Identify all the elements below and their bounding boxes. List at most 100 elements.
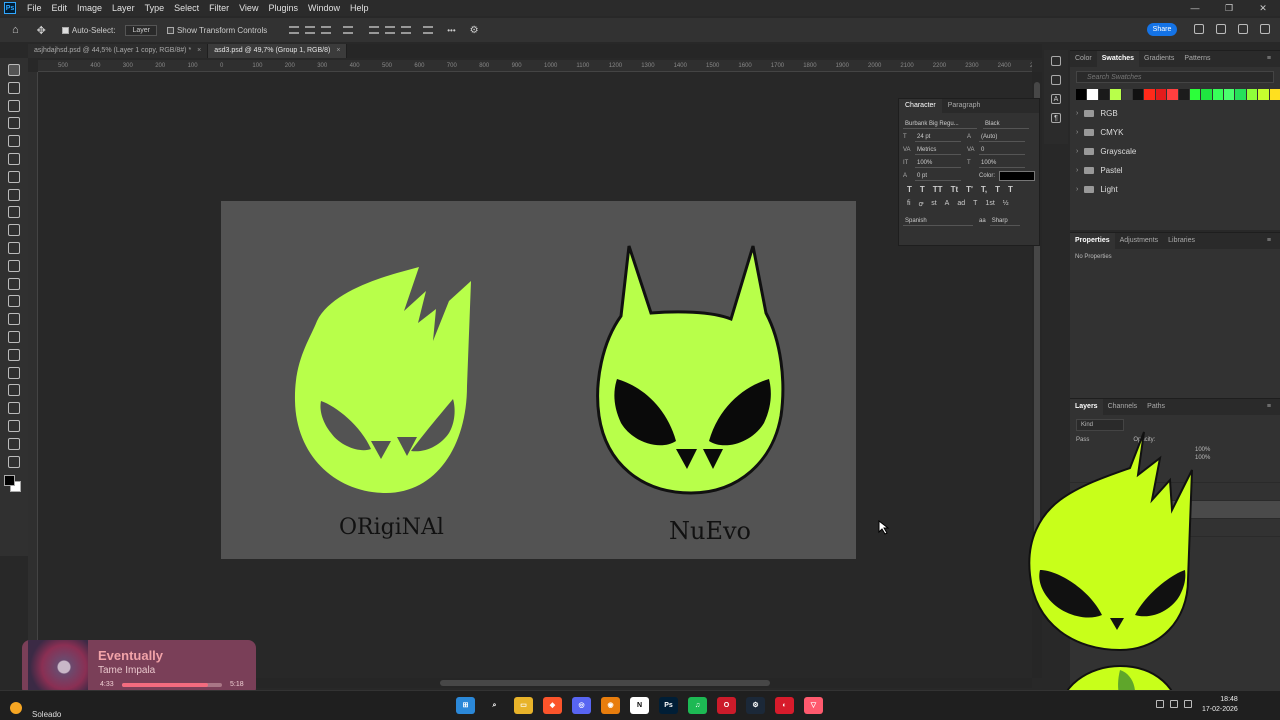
tab-paths[interactable]: Paths	[1142, 399, 1170, 415]
target-dropdown[interactable]: Layer	[125, 24, 157, 36]
type-tool-icon[interactable]	[8, 366, 20, 379]
blur-tool-icon[interactable]	[8, 313, 20, 326]
tab-layers[interactable]: Layers	[1070, 399, 1103, 415]
text-style-button[interactable]: T,	[981, 185, 987, 194]
menu-layer[interactable]: Layer	[107, 3, 140, 13]
tab-swatches[interactable]: Swatches	[1096, 51, 1140, 67]
history-brush-tool-icon[interactable]	[8, 259, 20, 272]
menu-image[interactable]: Image	[72, 3, 107, 13]
healing-tool-icon[interactable]	[8, 206, 20, 219]
menu-plugins[interactable]: Plugins	[263, 3, 303, 13]
tab-character[interactable]: Character	[899, 99, 942, 113]
panel-menu-icon[interactable]: ≡	[1262, 233, 1276, 249]
color-swatch[interactable]	[1087, 89, 1098, 100]
lasso-tool-icon[interactable]	[8, 117, 20, 130]
quick-select-tool-icon[interactable]	[8, 135, 20, 148]
eyedropper-tool-icon[interactable]	[8, 188, 20, 201]
menu-file[interactable]: File	[22, 3, 47, 13]
text-style-button[interactable]: T	[1008, 185, 1013, 194]
text-style-button[interactable]: T	[907, 185, 912, 194]
swatch-folder[interactable]: › Grayscale	[1070, 142, 1280, 161]
align-left-icon[interactable]	[289, 26, 300, 34]
paragraph-icon[interactable]: ¶	[1051, 113, 1061, 123]
swatch-folder[interactable]: › RGB	[1070, 104, 1280, 123]
zoom-tool-icon[interactable]	[8, 437, 20, 450]
text-style-button[interactable]: T	[920, 185, 925, 194]
text-style-button[interactable]: Tt	[951, 185, 959, 194]
notion-icon[interactable]: N	[630, 697, 649, 714]
artboard-tool-icon[interactable]	[8, 81, 20, 94]
tab-properties[interactable]: Properties	[1070, 233, 1115, 249]
text-style-button[interactable]: T	[995, 185, 1000, 194]
close-tab-icon[interactable]: ×	[197, 47, 201, 54]
font-style-select[interactable]: Black	[983, 119, 1029, 129]
text-style-button[interactable]: T'	[966, 185, 973, 194]
align-right-icon[interactable]	[321, 26, 332, 34]
color-swatch[interactable]	[1258, 89, 1269, 100]
progress-bar[interactable]	[122, 683, 222, 687]
gradient-tool-icon[interactable]	[8, 295, 20, 308]
more-options-button[interactable]: •••	[447, 26, 455, 35]
restore-button[interactable]: ❐	[1212, 0, 1246, 16]
settings-gear-icon[interactable]: ⚙	[470, 25, 479, 36]
character-icon[interactable]: A	[1051, 94, 1061, 104]
auto-select-option[interactable]: Auto-Select:	[61, 26, 115, 35]
color-swatch[interactable]	[1076, 89, 1087, 100]
close-tab-icon[interactable]: ×	[336, 47, 340, 54]
start-icon[interactable]: ⊞	[456, 697, 475, 714]
auto-select-checkbox[interactable]	[61, 26, 69, 34]
opentype-button[interactable]: st	[931, 200, 936, 209]
app-red-icon[interactable]: ◐	[775, 697, 794, 714]
align-middle-icon[interactable]	[385, 26, 396, 34]
show-transform-checkbox[interactable]	[166, 26, 174, 34]
hand-tool-icon[interactable]	[8, 419, 20, 432]
color-swatch[interactable]	[1155, 89, 1167, 100]
tab-document-2[interactable]: asd3.psd @ 49,7% (Group 1, RGB/8) ×	[208, 44, 348, 58]
color-swatch[interactable]	[1189, 89, 1201, 100]
align-top-icon[interactable]	[369, 26, 380, 34]
vertical-scale-field[interactable]: 100%	[915, 158, 961, 168]
font-family-select[interactable]: Burbank Big Regu...	[903, 119, 977, 129]
search-icon[interactable]: ⌕	[485, 697, 504, 714]
tracking-field[interactable]: 0	[979, 145, 1025, 155]
more-tool-icon[interactable]	[8, 455, 20, 468]
music-widget[interactable]: Eventually Tame Impala 4:33 5:18	[22, 640, 256, 696]
opentype-button[interactable]: A	[945, 200, 950, 209]
photoshop-icon[interactable]: Ps	[659, 697, 678, 714]
distribute-icon[interactable]	[343, 26, 354, 34]
history-icon[interactable]	[1051, 56, 1061, 66]
text-style-button[interactable]: TT	[933, 185, 943, 194]
tab-paragraph[interactable]: Paragraph	[942, 99, 987, 113]
brave-icon[interactable]: ◆	[543, 697, 562, 714]
comments-icon[interactable]	[1051, 75, 1061, 85]
brush-tool-icon[interactable]	[8, 224, 20, 237]
color-swatch[interactable]	[1121, 89, 1132, 100]
marquee-tool-icon[interactable]	[8, 99, 20, 112]
opera-icon[interactable]: O	[717, 697, 736, 714]
pen-tool-icon[interactable]	[8, 348, 20, 361]
kerning-field[interactable]: Metrics	[915, 145, 961, 155]
baseline-field[interactable]: 0 pt	[915, 171, 961, 181]
opentype-button[interactable]: T	[973, 200, 977, 209]
network-icon[interactable]	[1170, 700, 1178, 708]
shape-tool-icon[interactable]	[8, 402, 20, 415]
tab-gradients[interactable]: Gradients	[1139, 51, 1179, 67]
tray-expand-icon[interactable]	[1156, 700, 1164, 708]
volume-icon[interactable]	[1184, 700, 1192, 708]
spotify-icon[interactable]: ♫	[688, 697, 707, 714]
discord-icon[interactable]: ◎	[572, 697, 591, 714]
tab-color[interactable]: Color	[1070, 51, 1097, 67]
workspace-icon[interactable]	[1238, 24, 1248, 34]
menu-filter[interactable]: Filter	[204, 3, 234, 13]
opentype-button[interactable]: 1st	[985, 200, 994, 209]
stamp-tool-icon[interactable]	[8, 241, 20, 254]
frame-tool-icon[interactable]	[8, 170, 20, 183]
color-swatch[interactable]	[1246, 89, 1258, 100]
swatch-folder[interactable]: › Pastel	[1070, 161, 1280, 180]
leading-field[interactable]: (Auto)	[979, 132, 1025, 142]
opentype-button[interactable]: ½	[1003, 200, 1009, 209]
swatch-folder[interactable]: › Light	[1070, 180, 1280, 199]
opentype-button[interactable]: fi	[907, 200, 911, 209]
menu-edit[interactable]: Edit	[47, 3, 73, 13]
share-button[interactable]: Share	[1147, 23, 1177, 36]
